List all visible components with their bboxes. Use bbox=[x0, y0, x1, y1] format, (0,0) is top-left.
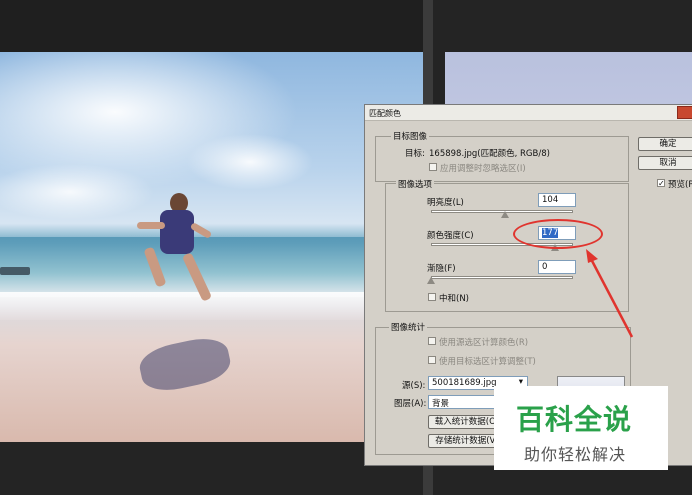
close-button[interactable] bbox=[677, 106, 692, 119]
preview-label: 预览(P) bbox=[668, 180, 692, 190]
watermark-tagline: 助你轻松解决 bbox=[524, 445, 627, 464]
neutralize-checkbox[interactable] bbox=[428, 293, 436, 301]
target-label: 目标: bbox=[405, 149, 425, 159]
intensity-label: 颜色强度(C) bbox=[427, 231, 474, 241]
source-label: 源(S): bbox=[402, 381, 426, 391]
photo-sea bbox=[0, 237, 423, 297]
cancel-button[interactable]: 取消 bbox=[638, 156, 692, 170]
layer-value: 背景 bbox=[432, 399, 450, 409]
photo-shadow bbox=[136, 333, 234, 396]
preview-checkbox[interactable]: ✓ bbox=[657, 179, 665, 188]
annotation-arrow bbox=[586, 249, 634, 338]
dialog-title: 匹配颜色 bbox=[369, 109, 401, 118]
image-stats-label: 图像统计 bbox=[389, 321, 428, 333]
layer-label: 图层(A): bbox=[394, 399, 427, 409]
watermark-brand: 百科全说 bbox=[516, 403, 633, 436]
luminance-label: 明亮度(L) bbox=[427, 198, 464, 208]
ignore-selection-label: 应用调整时忽略选区(I) bbox=[440, 164, 526, 174]
fade-label: 渐隐(F) bbox=[427, 264, 456, 274]
photo-kid-arm bbox=[137, 222, 165, 229]
photo-boat bbox=[0, 267, 30, 275]
target-value: 165898.jpg(匹配颜色, RGB/8) bbox=[429, 149, 550, 159]
fade-input[interactable]: 0 bbox=[538, 260, 576, 274]
ok-button[interactable]: 确定 bbox=[638, 137, 692, 151]
fade-slider-thumb[interactable] bbox=[427, 277, 435, 284]
watermark: 百科全说 助你轻松解决 bbox=[494, 386, 668, 470]
luminance-input[interactable]: 104 bbox=[538, 193, 576, 207]
fade-slider[interactable] bbox=[431, 276, 573, 279]
luminance-value: 104 bbox=[542, 195, 559, 205]
top-bar-left bbox=[0, 0, 423, 52]
dialog-titlebar[interactable]: 匹配颜色 bbox=[365, 105, 692, 121]
ignore-selection-checkbox[interactable] bbox=[429, 163, 437, 171]
source-value: 500181689.jpg bbox=[432, 378, 497, 388]
photo-foam bbox=[0, 292, 423, 320]
image-options-label: 图像选项 bbox=[396, 178, 435, 190]
fade-value: 0 bbox=[542, 262, 548, 272]
use-source-selection-checkbox[interactable] bbox=[428, 337, 436, 345]
use-target-selection-checkbox[interactable] bbox=[428, 356, 436, 364]
use-source-selection-label: 使用源选区计算颜色(R) bbox=[439, 338, 529, 348]
source-photo bbox=[0, 52, 423, 442]
use-target-selection-label: 使用目标选区计算调整(T) bbox=[439, 357, 536, 367]
luminance-slider-thumb[interactable] bbox=[501, 211, 509, 218]
target-group bbox=[375, 136, 629, 182]
neutralize-label: 中和(N) bbox=[439, 294, 469, 304]
target-group-label: 目标图像 bbox=[391, 130, 430, 142]
photo-kid-body bbox=[160, 210, 194, 254]
